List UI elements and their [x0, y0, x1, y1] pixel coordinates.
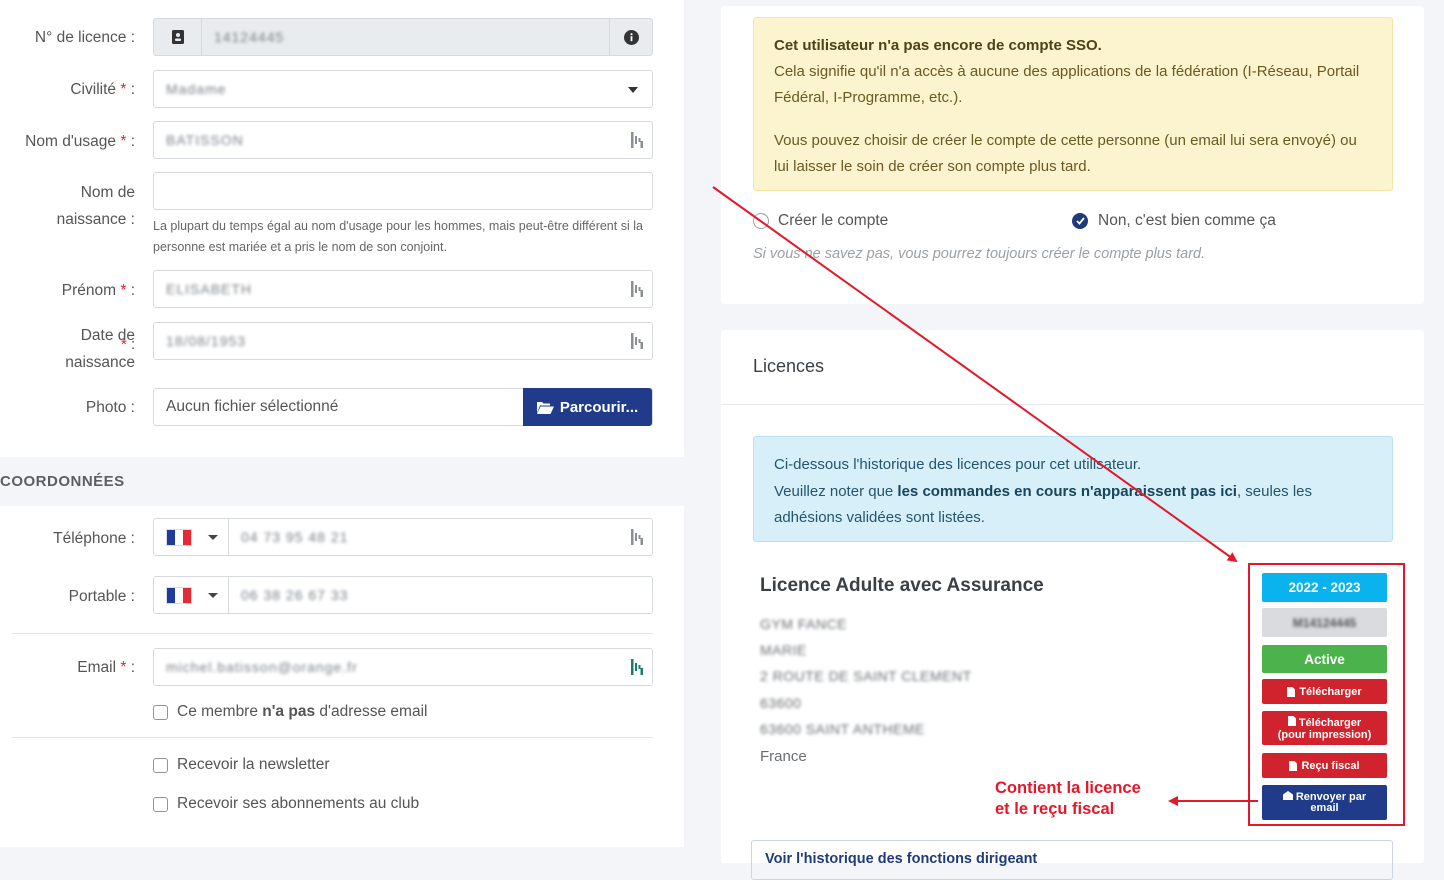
birth-name-help: La plupart du temps égal au nom d'usage …: [153, 219, 643, 254]
photo-placeholder: Aucun fichier sélectionné: [166, 398, 339, 415]
mobile-label: Portable :: [68, 588, 135, 605]
leadership-history-link[interactable]: Voir l'historique des fonctions dirigean…: [751, 840, 1393, 880]
password-manager-icon[interactable]: [630, 131, 644, 149]
sso-warning: Cet utilisateur n'a pas encore de compte…: [753, 17, 1393, 191]
sso-line1: Cela signifie qu'il n'a accès à aucune d…: [774, 63, 1360, 106]
firstname-input[interactable]: ELISABETH: [153, 270, 653, 308]
licence-value: 14124445: [214, 29, 285, 45]
divider: [721, 404, 1424, 405]
address-line: 63600: [760, 695, 802, 711]
newsletter-label: Recevoir la newsletter: [177, 756, 330, 773]
password-manager-icon[interactable]: [630, 280, 644, 298]
licences-info: Ci-dessous l'historique des licences pou…: [753, 436, 1393, 542]
sso-line2: Vous pouvez choisir de créer le compte d…: [774, 132, 1357, 175]
subscriptions-label: Recevoir ses abonnements au club: [177, 795, 420, 812]
checkbox[interactable]: [153, 704, 168, 720]
birthdate-input[interactable]: 18/08/1953: [153, 322, 653, 360]
no-email-checkbox[interactable]: Ce membre n'a pas d'adresse email: [153, 703, 427, 721]
password-manager-icon[interactable]: [630, 658, 644, 676]
address-line: MARIE: [760, 642, 807, 658]
address-line: 2 ROUTE DE SAINT CLEMENT: [760, 668, 972, 684]
info-line2: Veuillez noter que les commandes en cour…: [774, 482, 1313, 527]
mobile-value: 06 38 26 67 33: [241, 587, 349, 603]
check-circle-icon[interactable]: [1072, 213, 1088, 229]
phone-label: Téléphone :: [53, 530, 135, 547]
section-band: [0, 847, 684, 863]
create-account-label: Créer le compte: [778, 212, 889, 229]
civility-select[interactable]: Madame: [153, 70, 653, 108]
radio[interactable]: [753, 213, 769, 229]
divider: [12, 633, 653, 634]
email-label: Email * :: [77, 659, 135, 676]
civility-value: Madame: [166, 81, 227, 97]
licence-input: 14124445: [153, 18, 653, 56]
birthdate-required: * :: [121, 336, 136, 353]
info-icon[interactable]: [609, 19, 652, 55]
phone-input[interactable]: 04 73 95 48 21: [153, 518, 653, 556]
licence-label: N° de licence :: [34, 29, 135, 46]
annotation-text: Contient la licence et le reçu fiscal: [995, 779, 1141, 818]
photo-file-input[interactable]: Aucun fichier sélectionné Parcourir...: [153, 388, 653, 426]
address-line: 63600 SAINT ANTHEME: [760, 721, 925, 737]
highlight-box: [1248, 563, 1405, 826]
usage-name-input[interactable]: BATISSON: [153, 121, 653, 159]
firstname-label: Prénom * :: [61, 282, 135, 299]
checkbox[interactable]: [153, 796, 168, 812]
birth-name-label: Nom de naissance :: [56, 184, 135, 228]
licences-header: Licences: [753, 356, 825, 376]
create-account-radio[interactable]: Créer le compte: [753, 212, 888, 230]
mobile-input[interactable]: 06 38 26 67 33: [153, 576, 653, 614]
country: France: [760, 748, 807, 765]
keep-as-is-label: Non, c'est bien comme ça: [1098, 212, 1276, 229]
coordinates-section-title: COORDONNÉES: [0, 473, 125, 490]
folder-open-icon: [536, 401, 554, 414]
no-email-label: Ce membre n'a pas d'adresse email: [177, 703, 428, 720]
browse-button[interactable]: Parcourir...: [523, 388, 652, 426]
civility-label: Civilité * :: [70, 81, 135, 98]
chevron-down-icon: [628, 87, 638, 93]
birthdate-value: 18/08/1953: [166, 333, 247, 349]
sso-hint: Si vous ne savez pas, vous pourrez toujo…: [753, 246, 1206, 262]
email-value: michel.batisson@orange.fr: [166, 659, 358, 675]
subscriptions-checkbox[interactable]: Recevoir ses abonnements au club: [153, 795, 419, 813]
info-line1: Ci-dessous l'historique des licences pou…: [774, 456, 1142, 473]
password-manager-icon[interactable]: [630, 332, 644, 350]
photo-label: Photo :: [85, 399, 135, 416]
newsletter-checkbox[interactable]: Recevoir la newsletter: [153, 756, 329, 774]
email-input[interactable]: michel.batisson@orange.fr: [153, 648, 653, 686]
address-line: GYM FANCE: [760, 616, 847, 632]
birth-name-input[interactable]: [153, 172, 653, 210]
divider: [12, 737, 653, 738]
checkbox[interactable]: [153, 757, 168, 773]
password-manager-icon[interactable]: [630, 528, 644, 546]
licence-title: Licence Adulte avec Assurance: [760, 575, 1044, 596]
usage-name-label: Nom d'usage * :: [25, 133, 135, 150]
keep-as-is-radio[interactable]: Non, c'est bien comme ça: [1072, 212, 1276, 230]
sso-title: Cet utilisateur n'a pas encore de compte…: [774, 37, 1102, 54]
member-form-panel: N° de licence : 14124445 Civilité * : Ma…: [0, 0, 684, 863]
id-card-icon: [154, 19, 202, 55]
phone-value: 04 73 95 48 21: [241, 529, 349, 545]
firstname-value: ELISABETH: [166, 281, 253, 297]
usage-name-value: BATISSON: [166, 132, 244, 148]
